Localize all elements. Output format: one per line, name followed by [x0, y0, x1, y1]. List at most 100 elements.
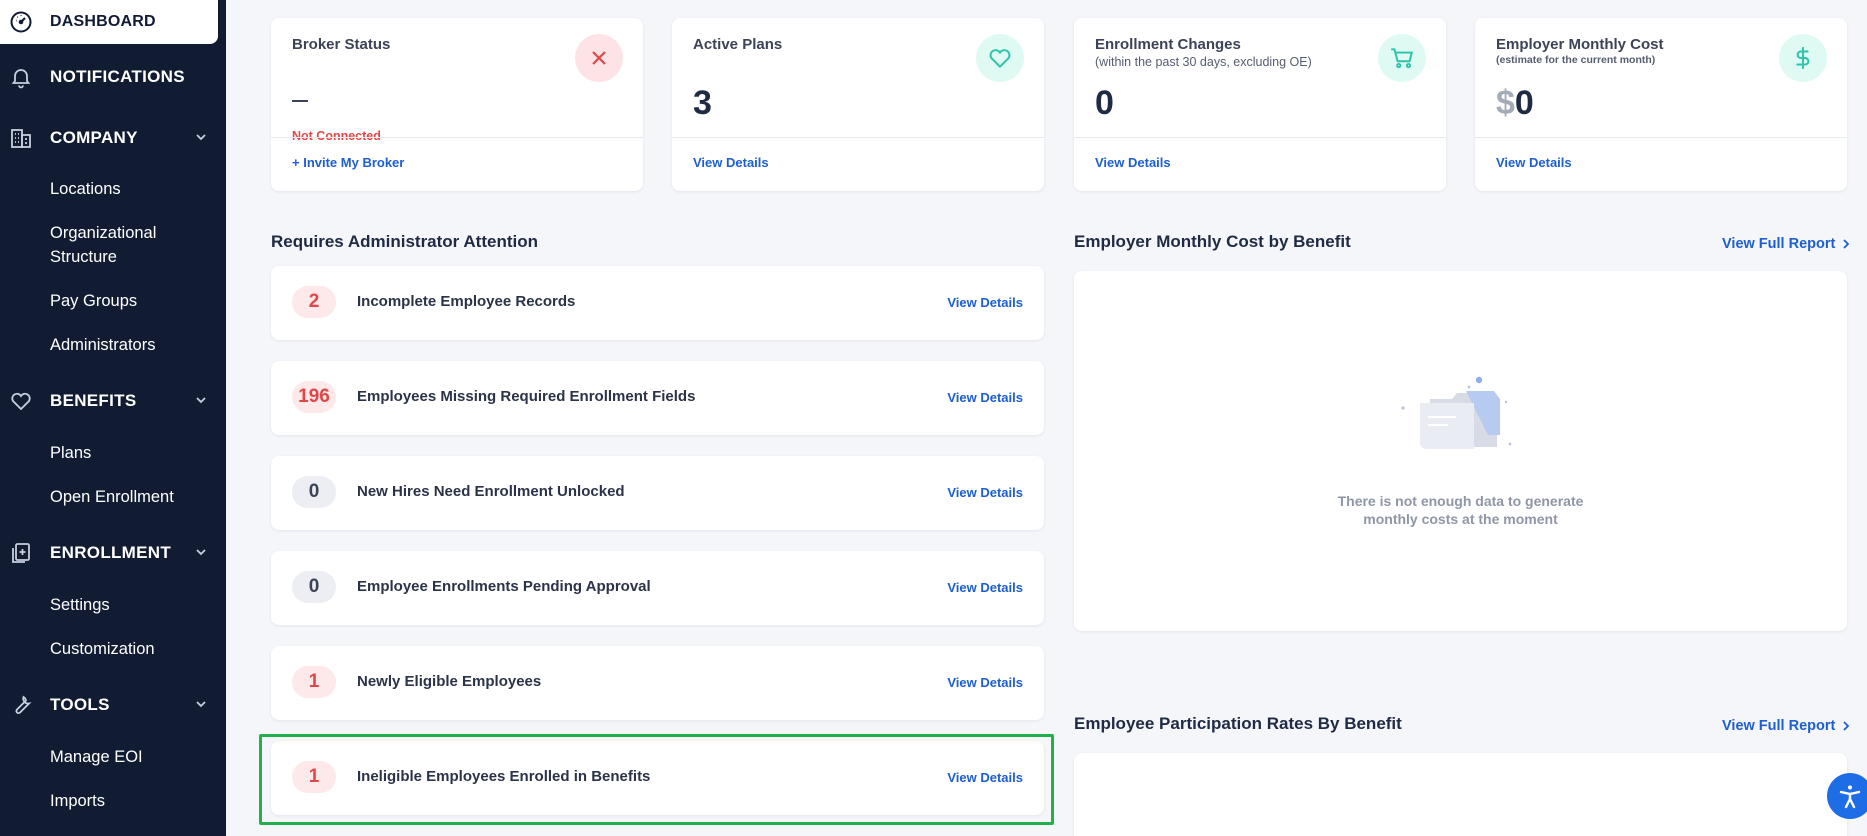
nav-administrators[interactable]: Administrators — [50, 333, 155, 357]
accessibility-button[interactable] — [1827, 773, 1867, 819]
cost-by-benefit-title: Employer Monthly Cost by Benefit — [1074, 232, 1351, 251]
stat-title: Enrollment Changes — [1095, 36, 1241, 53]
nav-dashboard[interactable]: DASHBOARD — [0, 0, 218, 44]
view-details-link[interactable]: View Details — [947, 485, 1023, 500]
dashboard-gauge-icon — [8, 9, 34, 35]
active-plans-view-details[interactable]: View Details — [693, 155, 769, 170]
empty-state-line1: There is not enough data to generate — [1337, 493, 1584, 509]
attention-row: 2 Incomplete Employee Records View Detai… — [271, 266, 1044, 340]
employer-monthly-cost-card: Employer Monthly Cost (estimate for the … — [1475, 18, 1847, 191]
cart-icon — [1378, 34, 1426, 82]
accessibility-icon — [1839, 785, 1861, 809]
x-icon — [575, 34, 623, 82]
nav-customization[interactable]: Customization — [50, 637, 155, 661]
heart-icon — [976, 34, 1024, 82]
nav-enrollment[interactable]: ENROLLMENT — [0, 533, 226, 573]
nav-pay-groups[interactable]: Pay Groups — [50, 289, 137, 313]
view-details-link[interactable]: View Details — [947, 390, 1023, 405]
view-details-link[interactable]: View Details — [947, 675, 1023, 690]
sidebar: DASHBOARD NOTIFICATIONS COMPANY Location… — [0, 0, 226, 836]
nav-company[interactable]: COMPANY — [0, 118, 226, 158]
divider — [271, 137, 643, 138]
empty-state-line2: monthly costs at the moment — [1363, 511, 1558, 527]
participation-title: Employee Participation Rates By Benefit — [1074, 714, 1402, 733]
nav-notifications[interactable]: NOTIFICATIONS — [0, 57, 226, 97]
active-plans-card: Active Plans 3 View Details — [672, 18, 1044, 191]
invite-broker-link[interactable]: + Invite My Broker — [292, 155, 404, 170]
participation-full-report-label: View Full Report — [1722, 718, 1836, 734]
heart-icon — [8, 388, 34, 414]
stat-value: 3 — [693, 84, 712, 122]
count-badge: 196 — [292, 381, 336, 413]
chevron-down-icon — [194, 697, 208, 716]
stat-title: Broker Status — [292, 36, 391, 53]
stat-value: $0 — [1496, 84, 1534, 123]
document-plus-icon — [8, 540, 34, 566]
nav-settings[interactable]: Settings — [50, 593, 110, 617]
divider — [1074, 137, 1446, 138]
stat-title: Employer Monthly Cost — [1496, 36, 1664, 53]
chevron-down-icon — [194, 393, 208, 412]
nav-organizational-structure-line1[interactable]: Organizational — [50, 221, 156, 245]
attention-row: 196 Employees Missing Required Enrollmen… — [271, 361, 1044, 435]
nav-manage-eoi[interactable]: Manage EOI — [50, 745, 143, 769]
stat-value: 0 — [1095, 84, 1114, 122]
nav-tools-label: TOOLS — [50, 695, 110, 714]
nav-organizational-structure-line2[interactable]: Structure — [50, 245, 117, 269]
attention-label: Employees Missing Required Enrollment Fi… — [357, 388, 696, 405]
count-badge: 2 — [292, 286, 336, 318]
monthly-cost-view-details[interactable]: View Details — [1496, 155, 1572, 170]
attention-section-title: Requires Administrator Attention — [271, 232, 538, 251]
divider — [672, 137, 1044, 138]
empty-folder-illustration — [1401, 376, 1512, 449]
count-badge: 1 — [292, 666, 336, 698]
cost-full-report-link[interactable]: View Full Report — [1722, 236, 1851, 252]
view-details-link[interactable]: View Details — [947, 580, 1023, 595]
divider — [1475, 137, 1847, 138]
nav-dashboard-label: DASHBOARD — [50, 13, 156, 30]
wrench-icon — [8, 692, 34, 718]
dollar-icon — [1779, 34, 1827, 82]
nav-benefits-label: BENEFITS — [50, 391, 137, 410]
cost-value: 0 — [1514, 84, 1534, 122]
enrollment-changes-card: Enrollment Changes (within the past 30 d… — [1074, 18, 1446, 191]
view-details-link[interactable]: View Details — [947, 770, 1023, 785]
broker-status-text: Not Connected — [292, 129, 381, 143]
participation-full-report-link[interactable]: View Full Report — [1722, 718, 1851, 734]
nav-notifications-label: NOTIFICATIONS — [50, 67, 185, 86]
stat-title: Active Plans — [693, 36, 783, 53]
nav-tools[interactable]: TOOLS — [0, 685, 226, 725]
attention-label: Ineligible Employees Enrolled in Benefit… — [357, 768, 651, 785]
cost-full-report-label: View Full Report — [1722, 236, 1836, 252]
currency-symbol: $ — [1496, 84, 1515, 122]
nav-benefits[interactable]: BENEFITS — [0, 381, 226, 421]
attention-row: 1 Newly Eligible Employees View Details — [271, 646, 1044, 720]
count-badge: 1 — [292, 761, 336, 793]
bell-icon — [8, 64, 34, 90]
empty-value-dash — [292, 100, 308, 102]
nav-locations[interactable]: Locations — [50, 177, 121, 201]
attention-row: 0 New Hires Need Enrollment Unlocked Vie… — [271, 456, 1044, 530]
chevron-down-icon — [194, 545, 208, 564]
chevron-down-icon — [194, 130, 208, 149]
nav-open-enrollment[interactable]: Open Enrollment — [50, 485, 174, 509]
nav-plans[interactable]: Plans — [50, 441, 91, 465]
stat-subtitle: (within the past 30 days, excluding OE) — [1095, 55, 1312, 69]
enrollment-changes-view-details[interactable]: View Details — [1095, 155, 1171, 170]
nav-company-label: COMPANY — [50, 128, 138, 147]
stat-subtitle: (estimate for the current month) — [1496, 54, 1656, 66]
count-badge: 0 — [292, 476, 336, 508]
attention-label: New Hires Need Enrollment Unlocked — [357, 483, 625, 500]
attention-label: Employee Enrollments Pending Approval — [357, 578, 651, 595]
attention-row: 1 Ineligible Employees Enrolled in Benef… — [271, 741, 1044, 815]
participation-panel — [1074, 753, 1847, 836]
cost-by-benefit-panel: There is not enough data to generate mon… — [1074, 271, 1847, 631]
nav-imports[interactable]: Imports — [50, 789, 105, 813]
attention-label: Newly Eligible Employees — [357, 673, 542, 690]
attention-row: 0 Employee Enrollments Pending Approval … — [271, 551, 1044, 625]
attention-label: Incomplete Employee Records — [357, 293, 576, 310]
broker-status-card: Broker Status Not Connected + Invite My … — [271, 18, 643, 191]
count-badge: 0 — [292, 571, 336, 603]
view-details-link[interactable]: View Details — [947, 295, 1023, 310]
nav-enrollment-label: ENROLLMENT — [50, 543, 172, 562]
